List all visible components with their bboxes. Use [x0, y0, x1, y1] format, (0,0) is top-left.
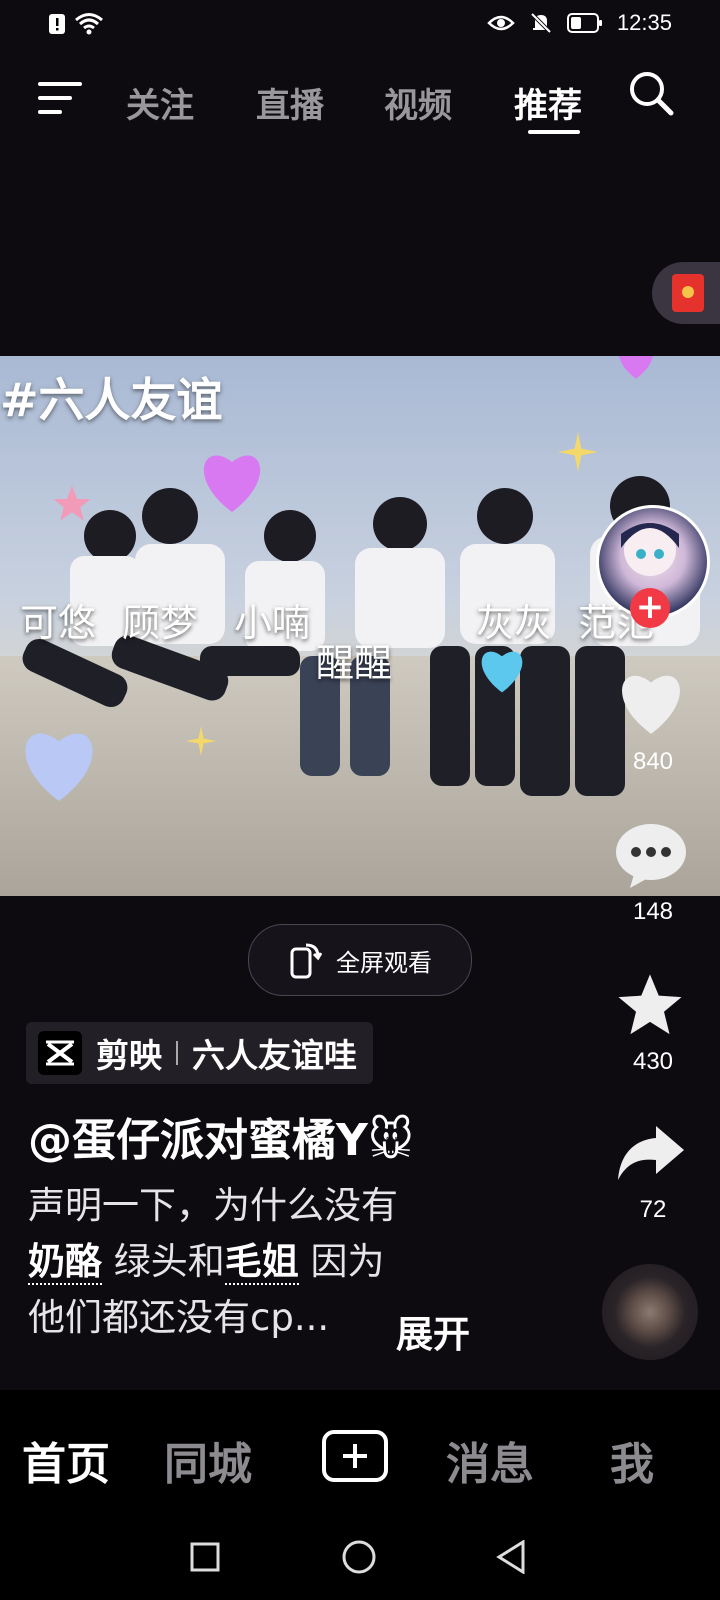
battery-icon [566, 13, 602, 33]
nav-messages[interactable]: 消息 [446, 1428, 534, 1492]
back-triangle-icon[interactable] [496, 1540, 526, 1574]
tab-following[interactable]: 关注 [126, 78, 194, 127]
video-player[interactable]: #六人友谊 可悠 顾梦 小喃 醒醒 灰灰 范范 [0, 356, 720, 896]
sparkle-icon [186, 726, 216, 756]
video-hashtag-overlay: #六人友谊 [0, 373, 223, 427]
fullscreen-rotate-icon [290, 943, 322, 979]
red-envelope-icon [672, 274, 704, 312]
template-name: 六人友谊哇 [192, 1036, 357, 1075]
pink-star-icon [53, 485, 91, 521]
like-heart-icon[interactable] [614, 668, 688, 736]
top-nav: 关注 直播 视频 推荐 [0, 60, 720, 140]
author-name[interactable]: @蛋仔派对蜜橘Y🐭 [28, 1104, 414, 1168]
status-bar: 12:35 [0, 0, 720, 48]
source-app-name: 剪映 [96, 1036, 162, 1075]
share-count: 72 [639, 1196, 667, 1223]
mute-bell-icon [530, 12, 552, 34]
nav-nearby[interactable]: 同城 [164, 1428, 252, 1492]
system-nav-bar [0, 1510, 720, 1600]
desc-line: 奶酪 绿头和毛姐 因为 [28, 1234, 498, 1290]
desc-line: 声明一下，为什么没有 [28, 1184, 398, 1227]
purple-heart-icon [203, 455, 261, 512]
comment-icon[interactable] [614, 822, 688, 888]
expand-button[interactable]: 展开 [396, 1304, 470, 1358]
search-icon[interactable] [628, 70, 674, 116]
red-packet-widget[interactable] [652, 262, 720, 324]
bottom-nav: 首页 同城 消息 我 [0, 1390, 720, 1510]
favorite-star-icon[interactable] [614, 970, 686, 1040]
eye-icon [487, 15, 515, 31]
favorite-count: 430 [632, 1048, 674, 1075]
overlay-name: 可悠 [20, 601, 97, 645]
comment-count: 148 [632, 898, 674, 925]
tab-video[interactable]: 视频 [384, 78, 452, 127]
purple-heart-icon [619, 356, 653, 379]
fullscreen-label: 全屏观看 [336, 948, 432, 977]
share-arrow-icon[interactable] [616, 1124, 686, 1182]
like-count: 840 [632, 748, 674, 775]
keyword-tag[interactable]: 毛姐 [224, 1240, 299, 1285]
sparkle-icon [558, 432, 598, 472]
create-post-button[interactable] [322, 1430, 388, 1482]
overlay-name: 小喃 [234, 601, 311, 645]
battery-alert-icon [49, 14, 65, 34]
music-disc[interactable] [602, 1264, 698, 1360]
clock: 12:35 [616, 10, 672, 35]
capcut-logo-icon [38, 1031, 82, 1075]
keyword-tag[interactable]: 奶酪 [28, 1240, 102, 1285]
active-tab-indicator [528, 130, 580, 134]
plus-icon [343, 1444, 367, 1468]
overlay-name: 醒醒 [316, 641, 393, 685]
menu-icon[interactable] [38, 78, 86, 118]
overlay-name: 顾梦 [122, 601, 199, 645]
follow-button[interactable]: + [630, 588, 670, 628]
separator [176, 1041, 178, 1065]
tab-live[interactable]: 直播 [256, 78, 324, 127]
wifi-icon [75, 13, 103, 35]
blue-heart-icon [25, 733, 93, 802]
nav-me[interactable]: 我 [610, 1428, 654, 1492]
home-circle-icon[interactable] [342, 1540, 376, 1574]
cyan-heart-icon [481, 651, 523, 693]
fullscreen-button[interactable]: 全屏观看 [248, 924, 472, 996]
nav-home[interactable]: 首页 [22, 1428, 110, 1492]
desc-text: 绿头和 [102, 1240, 225, 1283]
desc-text: 因为 [298, 1240, 385, 1283]
recent-apps-icon[interactable] [190, 1542, 220, 1572]
capcut-template-tag[interactable]: 剪映 六人友谊哇 [26, 1022, 373, 1084]
tab-recommend[interactable]: 推荐 [514, 78, 582, 127]
overlay-name: 灰灰 [476, 601, 553, 645]
